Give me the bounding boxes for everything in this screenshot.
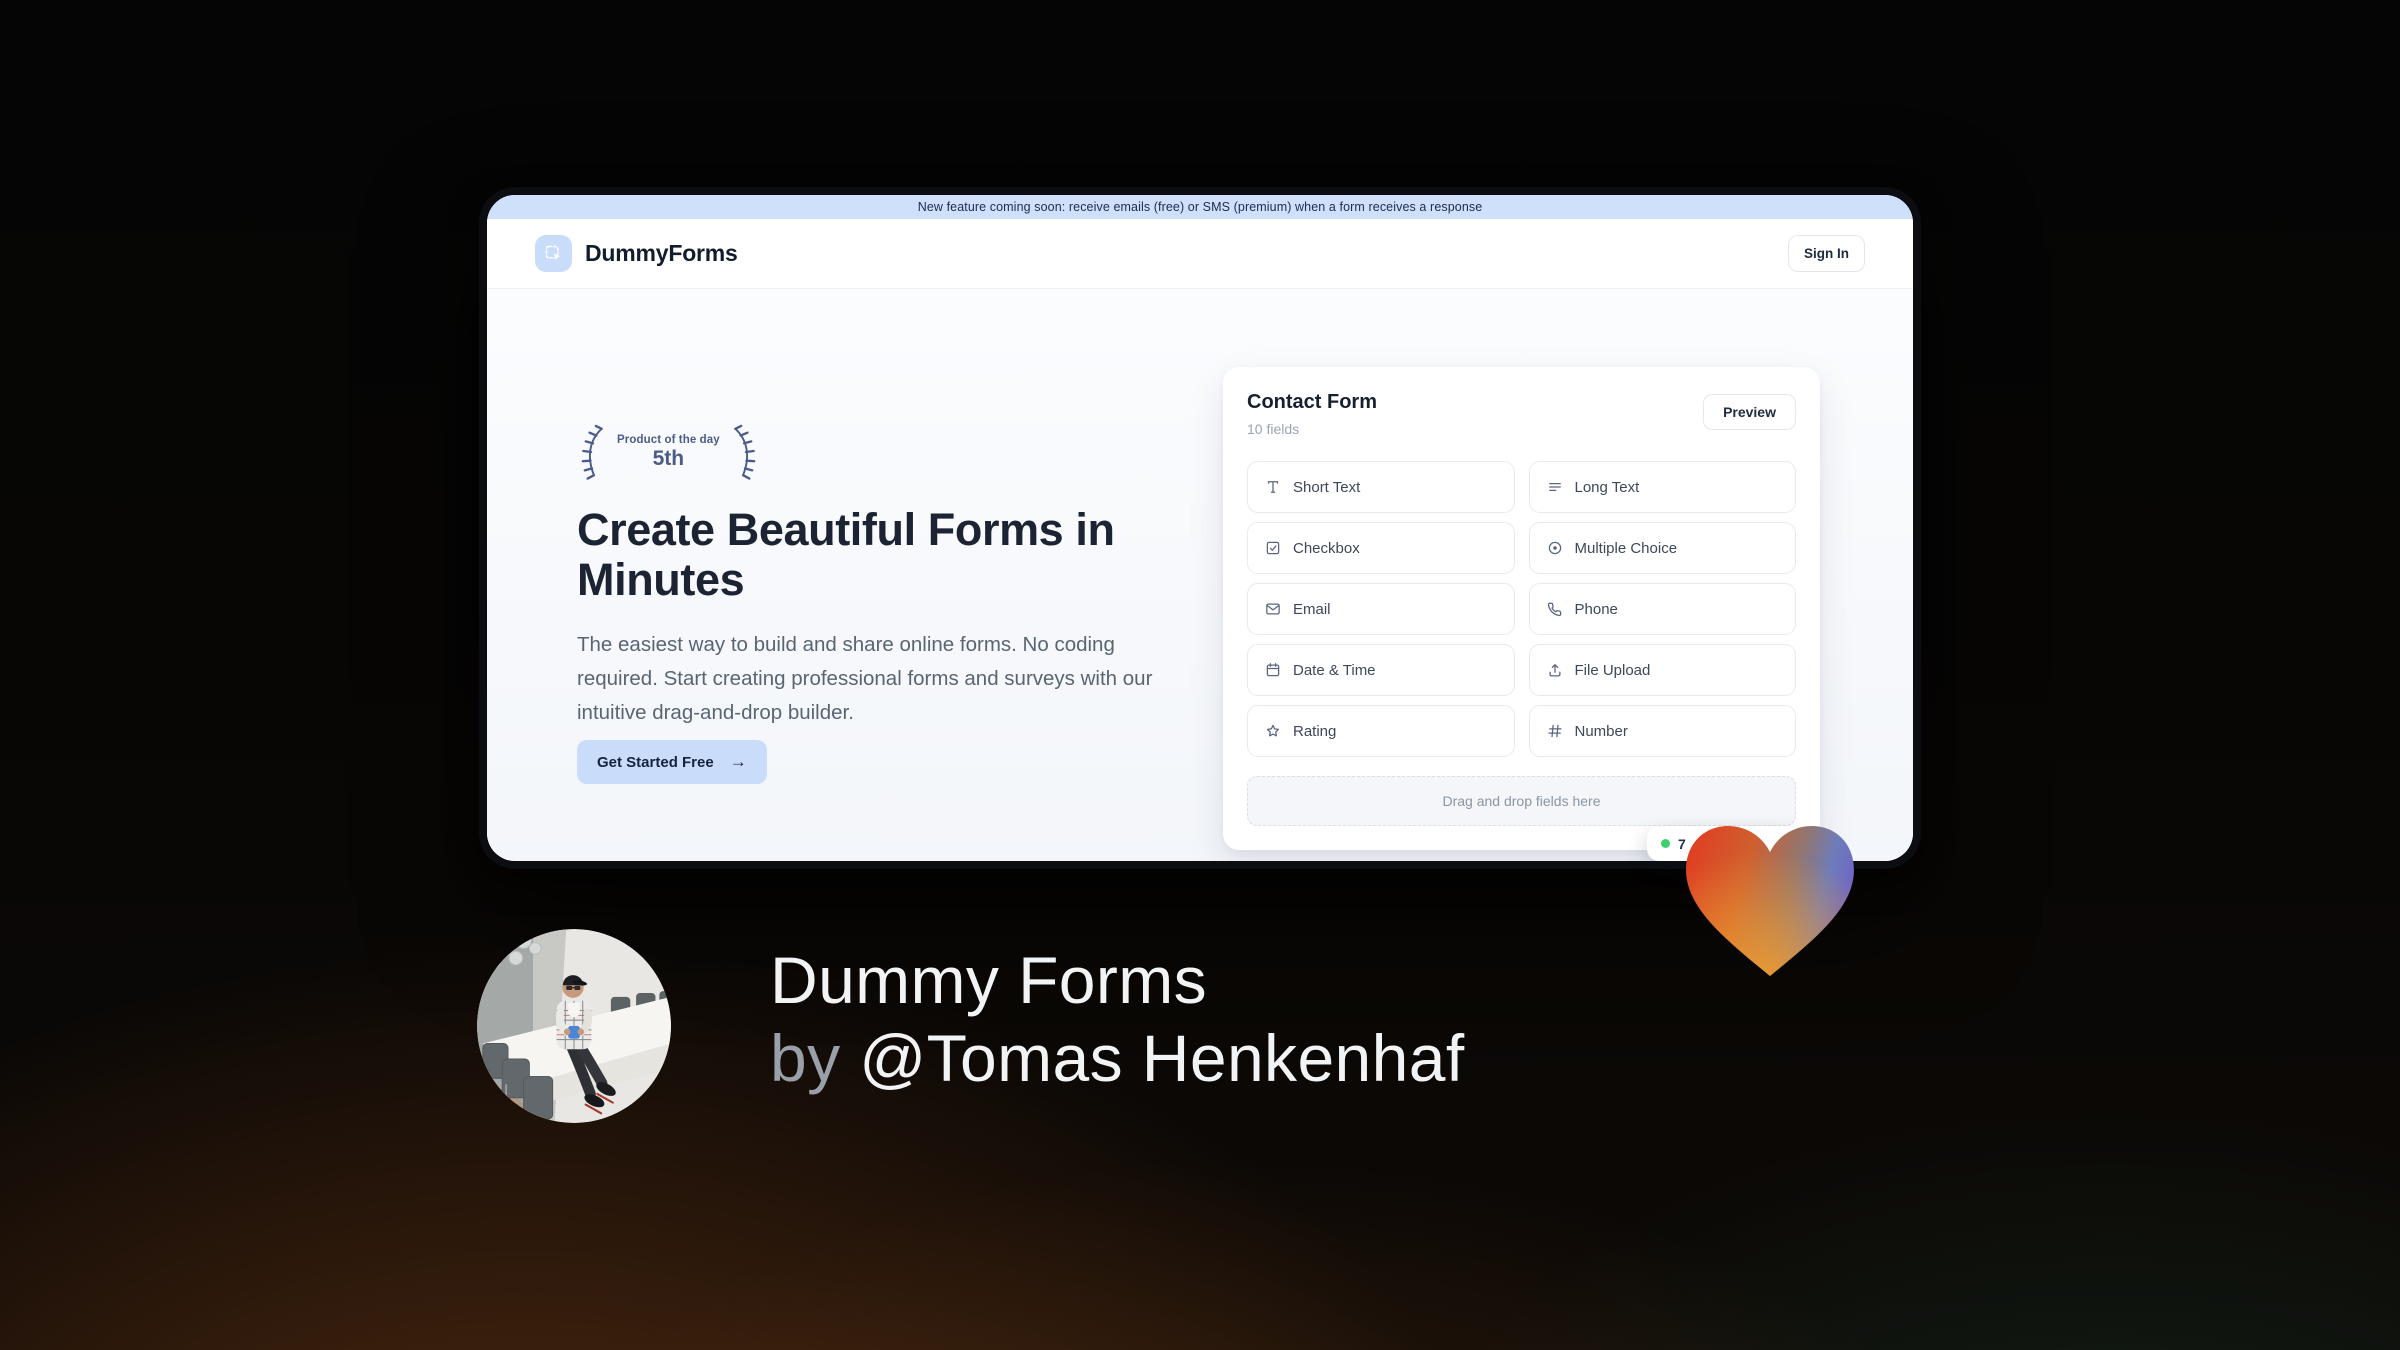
footer-title: Dummy Forms by @Tomas Henkenhaf (770, 941, 1465, 1097)
footer-author: @Tomas Henkenhaf (859, 1021, 1465, 1095)
phone-icon (1546, 600, 1564, 618)
field-type-button[interactable]: Long Text (1528, 461, 1796, 513)
form-card-header: Contact Form 10 fields Preview (1247, 391, 1796, 437)
field-type-button[interactable]: Phone (1528, 583, 1796, 635)
form-fields-count: 10 fields (1247, 421, 1300, 437)
app-logo-icon (535, 235, 572, 272)
laurel-left-icon (581, 424, 603, 480)
long-text-icon (1546, 478, 1564, 496)
form-builder-card: Contact Form 10 fields Preview Short Tex… (1223, 367, 1820, 850)
status-dot-icon (1661, 839, 1670, 848)
award-rank: 5th (652, 446, 685, 470)
field-type-grid: Short Text Long Text Checkbox Multiple C… (1247, 461, 1796, 757)
browser-window: New feature coming soon: receive emails … (479, 187, 1921, 869)
heart-icon (1686, 826, 1854, 976)
app-viewport: New feature coming soon: receive emails … (487, 195, 1913, 861)
get-started-button[interactable]: Get Started Free → (577, 740, 767, 784)
field-type-button[interactable]: Email (1247, 583, 1515, 635)
promo-canvas: New feature coming soon: receive emails … (0, 0, 2400, 1350)
brand-name: DummyForms (585, 240, 738, 266)
field-type-button[interactable]: Short Text (1247, 461, 1515, 513)
upload-icon (1546, 661, 1564, 679)
award-title: Product of the day (617, 433, 720, 446)
email-icon (1264, 600, 1282, 618)
brand[interactable]: DummyForms (535, 235, 738, 272)
field-type-button[interactable]: File Upload (1528, 644, 1796, 696)
sign-in-button[interactable]: Sign In (1788, 235, 1865, 272)
hero-copy: Product of the day 5th Create Beautiful … (577, 424, 1177, 784)
announcement-text: New feature coming soon: receive emails … (917, 200, 1483, 214)
footer-line1: Dummy Forms (770, 943, 1208, 1017)
dropzone-text: Drag and drop fields here (1442, 793, 1601, 809)
checkbox-icon (1264, 539, 1282, 557)
hero-description: The easiest way to build and share onlin… (577, 633, 1153, 724)
get-started-label: Get Started Free (597, 753, 714, 771)
footer-line2: by @Tomas Henkenhaf (770, 1019, 1465, 1097)
author-avatar (477, 929, 671, 1123)
field-type-button[interactable]: Rating (1247, 705, 1515, 757)
hero-title: Create Beautiful Forms in Minutes (577, 504, 1115, 605)
award-text: Product of the day 5th (617, 434, 720, 471)
hero-section: Product of the day 5th Create Beautiful … (487, 289, 1913, 861)
preview-button[interactable]: Preview (1703, 394, 1796, 430)
arrow-right-icon: → (729, 752, 747, 771)
calendar-icon (1264, 661, 1282, 679)
footer-by: by (770, 1021, 860, 1095)
product-of-day-badge: Product of the day 5th (577, 424, 1177, 480)
multiple-choice-icon (1546, 539, 1564, 557)
hash-icon (1546, 722, 1564, 740)
field-type-button[interactable]: Multiple Choice (1528, 522, 1796, 574)
field-type-button[interactable]: Number (1528, 705, 1796, 757)
field-type-button[interactable]: Checkbox (1247, 522, 1515, 574)
star-icon (1264, 722, 1282, 740)
announcement-banner: New feature coming soon: receive emails … (487, 195, 1913, 219)
app-header: DummyForms Sign In (487, 219, 1913, 289)
short-text-icon (1264, 478, 1282, 496)
laurel-right-icon (733, 424, 756, 480)
form-title: Contact Form (1247, 391, 1377, 413)
field-type-button[interactable]: Date & Time (1247, 644, 1515, 696)
